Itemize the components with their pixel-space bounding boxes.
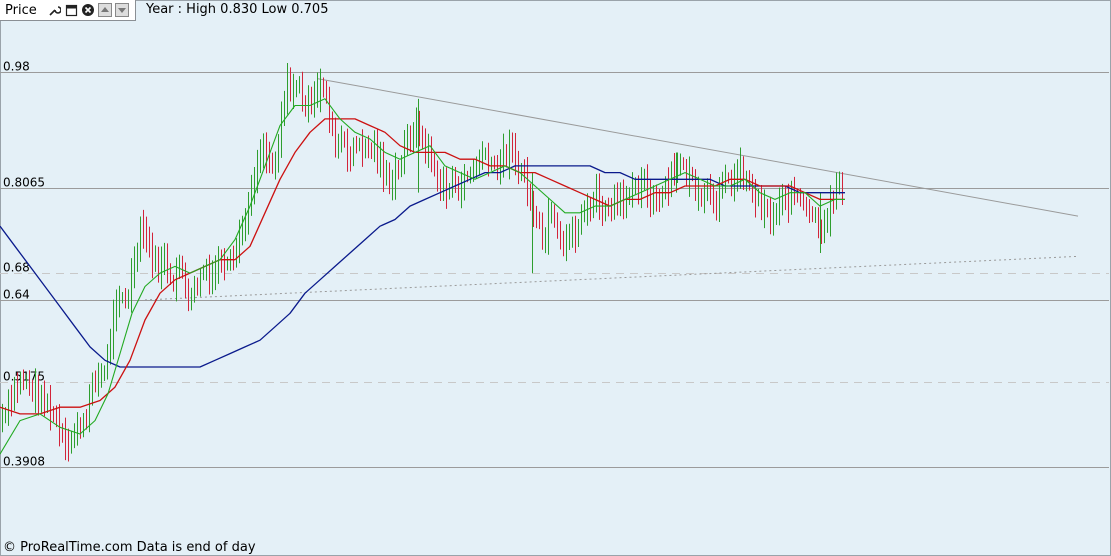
price-bars [2, 63, 843, 462]
ma-long-line [0, 165, 845, 368]
ma-mid-line [0, 118, 845, 415]
y-tick-label: 0.3908 [3, 455, 45, 469]
chart-title: Price [5, 2, 37, 18]
y-tick-label: 0.64 [3, 288, 30, 302]
chart-toolbar: Price [0, 0, 136, 21]
y-tick-label: 0.98 [3, 60, 30, 74]
price-chart: 0.980.80650.680.640.51750.3908 [0, 60, 1109, 469]
window-icon[interactable] [63, 2, 79, 18]
close-icon[interactable] [80, 2, 96, 18]
lower-trend-line [144, 255, 1079, 301]
wrench-icon[interactable] [46, 2, 62, 18]
arrow-up-icon[interactable] [97, 2, 113, 18]
y-tick-label: 0.68 [3, 261, 30, 275]
year-range-text: Year : High 0.830 Low 0.705 [146, 2, 329, 17]
arrow-down-icon[interactable] [114, 2, 130, 18]
moving-averages [0, 98, 845, 455]
y-tick-label: 0.8065 [3, 176, 45, 190]
footer-text: © ProRealTime.com Data is end of day [3, 540, 256, 555]
